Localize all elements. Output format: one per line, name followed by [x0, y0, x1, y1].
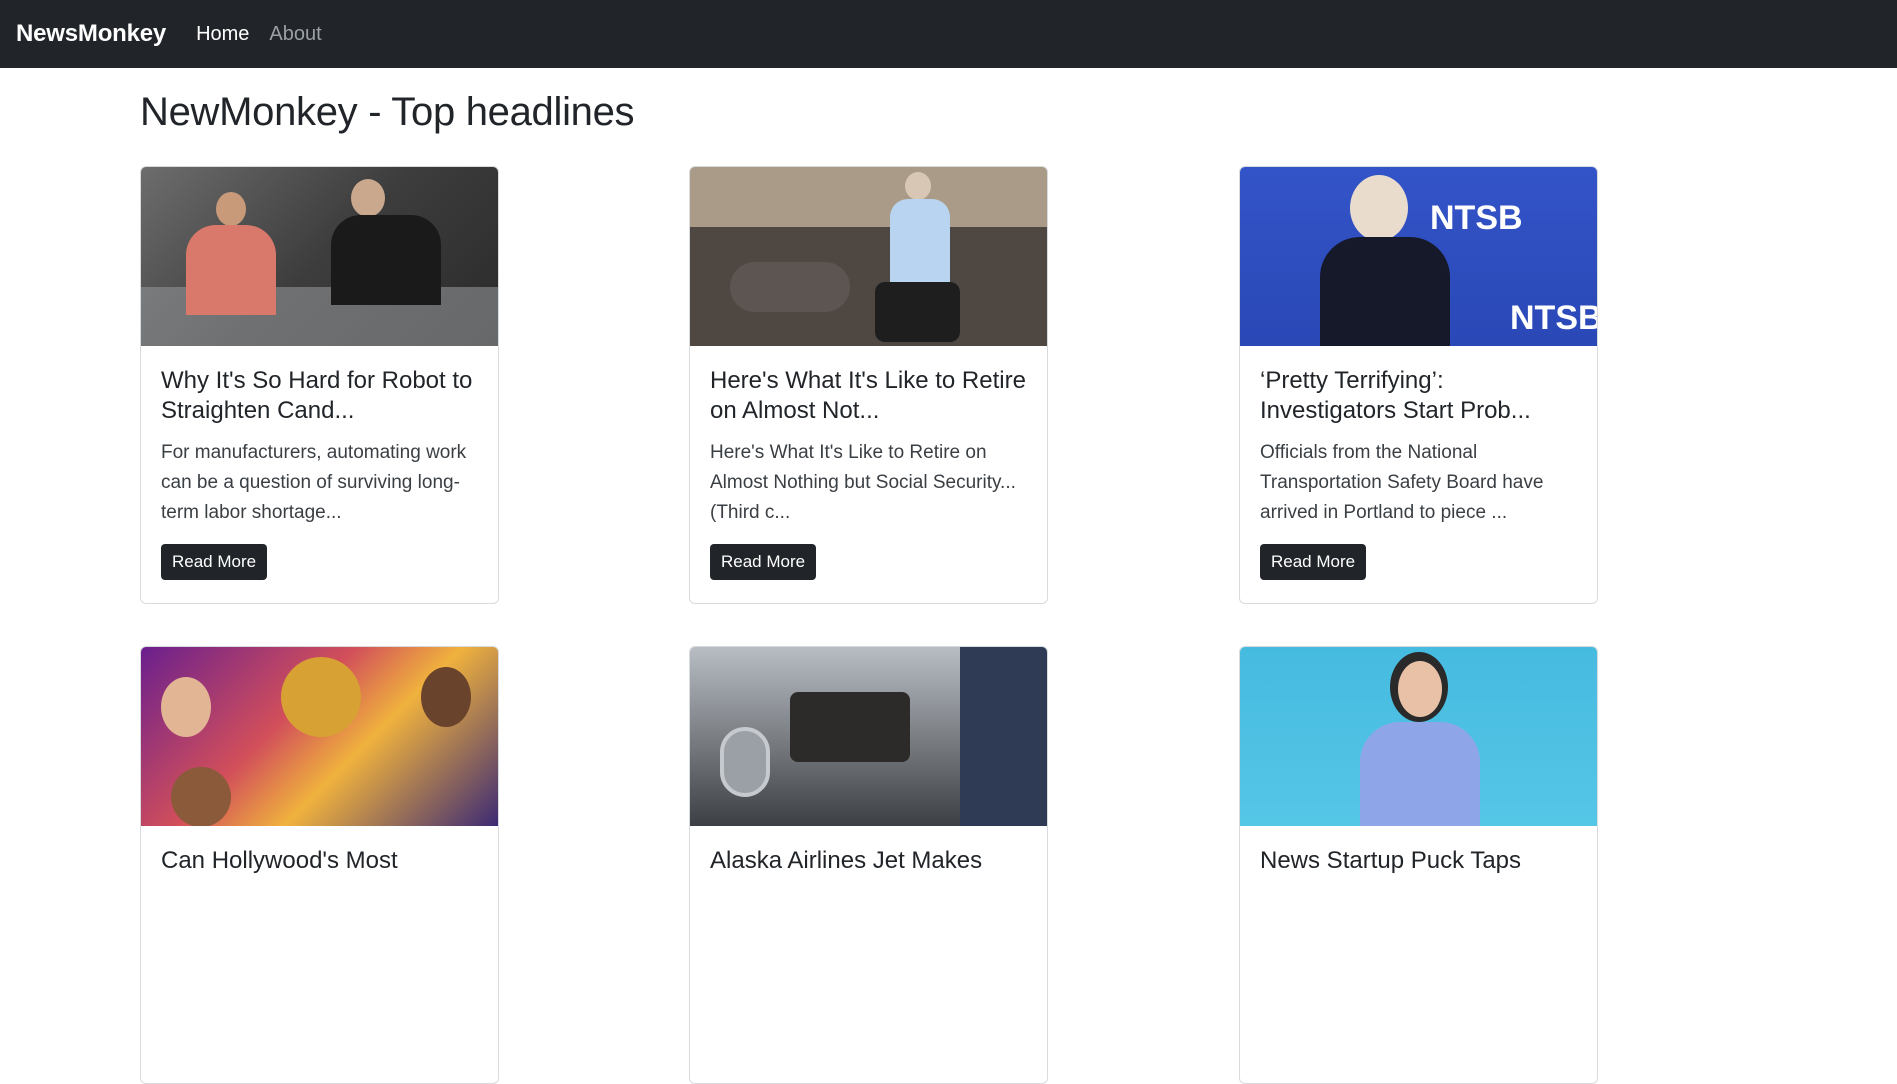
factory-workers-photo	[141, 167, 498, 346]
woman-wheelchair-dog-photo	[690, 167, 1047, 346]
woman-on-stage-photo	[1240, 647, 1597, 826]
airplane-cabin-photo	[690, 647, 1047, 826]
news-card: News Startup Puck Taps	[1239, 646, 1598, 1084]
card-title: Can Hollywood's Most	[161, 847, 398, 874]
read-more-button[interactable]: Read More	[710, 544, 817, 580]
news-card: NTSB NTSB ‘Pretty Terrifying’: Investiga…	[1239, 166, 1598, 604]
card-description: Officials from the National Transportati…	[1260, 442, 1544, 523]
read-more-button[interactable]: Read More	[1260, 544, 1367, 580]
card-title: News Startup Puck Taps	[1260, 847, 1522, 874]
nav-link-home[interactable]: Home	[196, 23, 249, 46]
news-card: Here's What It's Like to Retire on Almos…	[689, 166, 1048, 604]
card-description: For manufacturers, automating work can b…	[161, 442, 467, 523]
news-card: Alaska Airlines Jet Makes	[689, 646, 1048, 1084]
read-more-button[interactable]: Read More	[161, 544, 268, 580]
navbar: NewsMonkey Home About	[0, 0, 1897, 68]
page-title: NewMonkey - Top headlines	[140, 90, 635, 134]
news-card: Why It's So Hard for Robot to Straighten…	[140, 166, 499, 604]
card-title: ‘Pretty Terrifying’: Investigators Start…	[1260, 367, 1531, 424]
ntsb-logo-text: NTSB	[1430, 199, 1523, 237]
ntsb-press-conference-photo: NTSB NTSB	[1240, 167, 1597, 346]
news-card: Can Hollywood's Most	[140, 646, 499, 1084]
brand-logo[interactable]: NewsMonkey	[16, 20, 166, 48]
card-title: Alaska Airlines Jet Makes	[710, 847, 983, 874]
card-description: Here's What It's Like to Retire on Almos…	[710, 442, 1016, 523]
golden-globes-collage-photo	[141, 647, 498, 826]
card-title: Here's What It's Like to Retire on Almos…	[710, 367, 1026, 424]
nav-link-about[interactable]: About	[269, 23, 321, 46]
ntsb-logo-text: NTSB	[1510, 299, 1597, 337]
card-title: Why It's So Hard for Robot to Straighten…	[161, 367, 473, 424]
